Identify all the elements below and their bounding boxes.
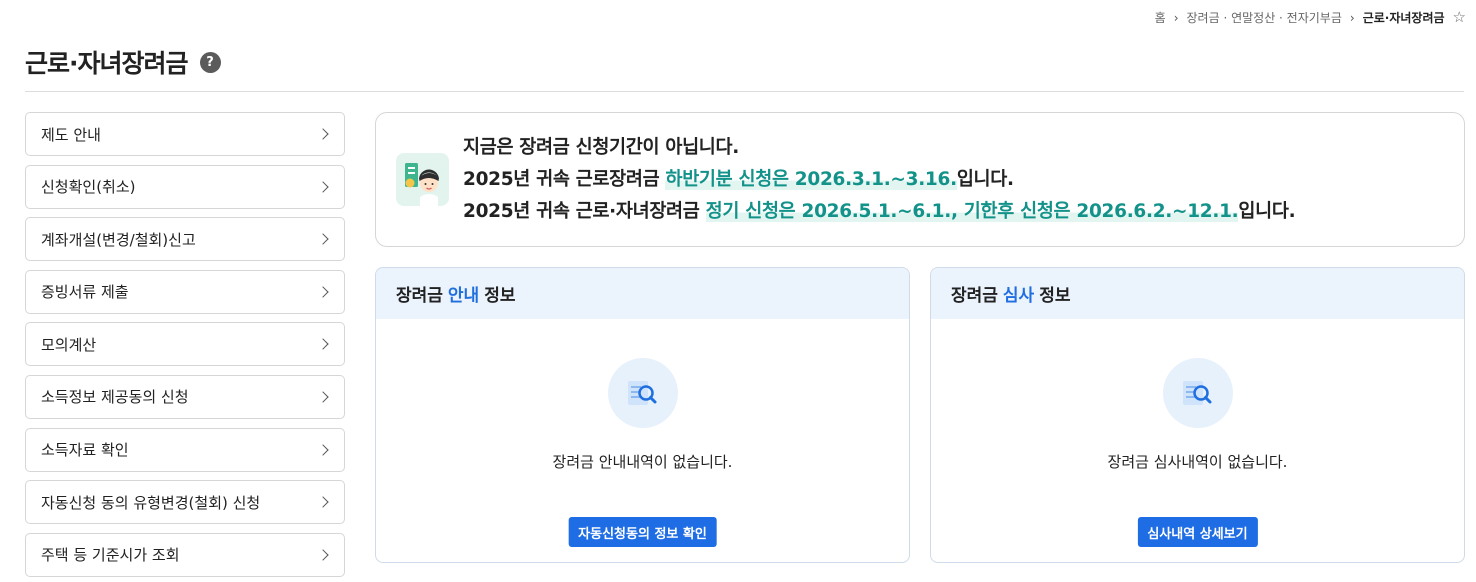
panel-title-suffix: 정보 [484,286,516,306]
document-search-icon [607,358,678,428]
review-info-panel: 장려금 심사 정보 장려금 심사내역이 없습니다. 심사내역 상세보기 [930,267,1465,563]
chevron-right-icon [317,180,329,193]
panel-title-prefix: 장려금 [951,286,998,306]
help-icon[interactable]: ? [199,51,221,73]
notice-box: 지금은 장려금 신청기간이 아닙니다. 2025년 귀속 근로장려금 하반기분 … [375,112,1465,247]
notice-line-2-suffix: 입니다. [956,169,1014,190]
panel-title-prefix: 장려금 [396,286,443,306]
sidebar-item-label: 소득자료 확인 [41,441,129,460]
chevron-right-icon: › [1173,10,1179,25]
panel-title-accent: 안내 [447,286,480,306]
sidebar-item-label: 제도 안내 [41,125,101,144]
sidebar-item-account-report[interactable]: 계좌개설(변경/철회)신고 [25,217,345,262]
page-header: 근로·자녀장려금 ? [25,44,221,80]
notice-line-3-prefix: 2025년 귀속 근로·자녀장려금 [463,201,706,222]
auto-consent-info-button[interactable]: 자동신청동의 정보 확인 [568,517,717,547]
panel-title-accent: 심사 [1002,286,1035,306]
panel-title: 장려금 안내 정보 [376,268,909,319]
chevron-right-icon [317,233,329,245]
chevron-right-icon: › [1349,10,1355,25]
sidebar-item-application-check[interactable]: 신청확인(취소) [25,164,345,209]
document-search-icon [1162,358,1233,428]
chevron-right-icon [317,128,329,140]
person-notice-icon [396,153,449,206]
review-detail-button[interactable]: 심사내역 상세보기 [1137,517,1258,547]
breadcrumb: 홈 › 장려금 · 연말정산 · 전자기부금 › 근로·자녀장려금 ☆ [1155,9,1466,26]
chevron-right-icon [317,338,329,351]
notice-line-2-prefix: 2025년 귀속 근로장려금 [463,169,666,190]
sidebar-item-label: 증빙서류 제출 [41,283,129,302]
chevron-right-icon [317,391,329,403]
sidebar-item-simulation[interactable]: 모의계산 [25,322,345,367]
chevron-right-icon [317,286,329,298]
page-title: 근로·자녀장려금 [25,49,188,78]
title-divider [25,91,1464,92]
notice-line-2-highlight: 하반기분 신청은 2026.3.1.~3.16. [665,169,957,190]
guide-info-panel: 장려금 안내 정보 장려금 안내내역이 없습니다. 자동신청동의 정보 확인 [375,267,910,563]
notice-line-2: 2025년 귀속 근로장려금 하반기분 신청은 2026.3.1.~3.16.입… [463,164,1295,196]
sidebar-menu: 제도 안내 신청확인(취소) 계좌개설(변경/철회)신고 증빙서류 제출 모의계… [25,112,345,582]
sidebar-item-label: 계좌개설(변경/철회)신고 [41,230,196,249]
sidebar-item-label: 신청확인(취소) [41,178,136,197]
chevron-right-icon [317,549,329,561]
chevron-right-icon [317,496,329,508]
breadcrumb-level1[interactable]: 장려금 · 연말정산 · 전자기부금 [1187,9,1342,26]
chevron-right-icon [317,443,329,456]
sidebar-item-system-guide[interactable]: 제도 안내 [25,112,345,156]
breadcrumb-current: 근로·자녀장려금 [1362,11,1445,25]
star-outline-icon[interactable]: ☆ [1453,10,1466,25]
sidebar-item-label: 주택 등 기준시가 조회 [41,546,180,565]
notice-line-3-highlight: 정기 신청은 2026.5.1.~6.1., 기한후 신청은 2026.6.2.… [705,201,1239,222]
sidebar-item-auto-consent-change[interactable]: 자동신청 동의 유형변경(철회) 신청 [25,480,345,525]
notice-line-1: 지금은 장려금 신청기간이 아닙니다. [463,137,739,158]
panel-title-suffix: 정보 [1039,286,1071,306]
sidebar-item-label: 모의계산 [41,335,97,354]
empty-state-text: 장려금 안내내역이 없습니다. [552,453,733,471]
sidebar-item-label: 자동신청 동의 유형변경(철회) 신청 [41,493,261,512]
sidebar-item-income-check[interactable]: 소득자료 확인 [25,427,345,472]
notice-text: 지금은 장려금 신청기간이 아닙니다. 2025년 귀속 근로장려금 하반기분 … [463,132,1296,228]
panel-title: 장려금 심사 정보 [931,268,1464,319]
notice-line-3-suffix: 입니다. [1238,201,1296,222]
sidebar-item-standard-price[interactable]: 주택 등 기준시가 조회 [25,532,345,577]
sidebar-item-income-consent[interactable]: 소득정보 제공동의 신청 [25,374,345,419]
sidebar-item-document-submit[interactable]: 증빙서류 제출 [25,269,345,314]
breadcrumb-home[interactable]: 홈 [1155,9,1166,26]
empty-state-text: 장려금 심사내역이 없습니다. [1107,453,1288,471]
sidebar-item-label: 소득정보 제공동의 신청 [41,388,189,407]
notice-line-3: 2025년 귀속 근로·자녀장려금 정기 신청은 2026.5.1.~6.1.,… [463,196,1296,228]
